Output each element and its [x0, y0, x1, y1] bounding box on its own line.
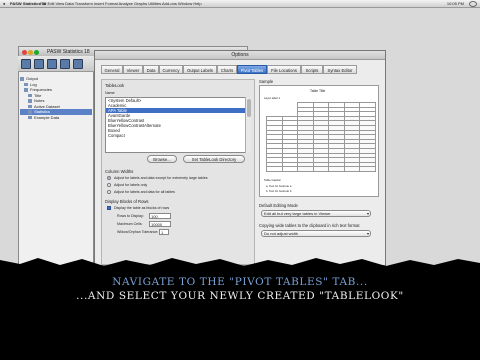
chevron-down-icon: ▾ [366, 231, 369, 236]
sample-table-cell [266, 166, 283, 172]
subtitle-line-2: ...AND SELECT YOUR NEWLY CREATED "TABLEL… [76, 290, 404, 302]
close-icon[interactable] [22, 50, 27, 55]
menu-bar: ● PASW Statistics 18 File Edit View Data… [0, 0, 480, 8]
document-icon [24, 88, 28, 92]
column-width-option-label: Adjust for labels and data except for ex… [114, 176, 208, 180]
sample-table-cell [359, 166, 376, 172]
column-width-option-label: Adjust for labels and data for all table… [114, 190, 175, 194]
open-icon[interactable] [21, 59, 31, 69]
column-width-radio[interactable] [107, 183, 111, 187]
tree-node-label: Example Data [34, 114, 60, 120]
screen-area: ● PASW Statistics 18 File Edit View Data… [0, 0, 480, 268]
tree-node-label: Statistics [34, 109, 51, 114]
sample-table-cell [281, 166, 299, 172]
options-dialog: Options General Viewer Data Currency Output … [94, 50, 386, 266]
max-cells-label: Maximum Cells: [117, 222, 143, 226]
widow-orphan-field[interactable]: 1 [159, 229, 169, 235]
tab-file-locations[interactable]: File Locations [267, 65, 301, 74]
rows-to-display-label: Rows to Display: [117, 214, 144, 218]
tab-pivot-tables[interactable]: Pivot Tables [237, 65, 267, 74]
document-icon [28, 104, 32, 109]
editing-mode-value: Edit all but very large tables in Viewer [264, 211, 331, 216]
save-icon[interactable] [34, 59, 44, 69]
tree-node-label: Output [26, 76, 39, 81]
tab-scripts[interactable]: Scripts [301, 65, 323, 74]
zoom-icon[interactable] [34, 50, 39, 55]
blocks-heading: Display Blocks of Rows [105, 199, 149, 204]
tablelook-item[interactable]: Compact [106, 133, 250, 138]
document-icon [28, 110, 32, 114]
menu-clock: 10:05 PM [446, 1, 464, 6]
tablelook-scrollbar[interactable] [245, 97, 251, 153]
tab-viewer[interactable]: Viewer [123, 65, 143, 74]
tab-charts[interactable]: Charts [217, 65, 237, 74]
app-toolbar [18, 56, 94, 72]
column-width-radio[interactable] [107, 190, 111, 194]
rows-to-display-field[interactable]: 100 [149, 213, 171, 219]
sample-table [266, 102, 376, 172]
torn-edge [0, 258, 480, 274]
max-cells-field[interactable]: 10000 [149, 221, 171, 227]
tab-data[interactable]: Data [143, 65, 159, 74]
sample-table-cell [328, 166, 345, 172]
tab-output-labels[interactable]: Output Labels [183, 65, 217, 74]
set-tablelook-directory-button[interactable]: Set TableLook Directory [183, 155, 245, 163]
sample-heading: Sample [259, 79, 274, 84]
tab-currency[interactable]: Currency [159, 65, 183, 74]
document-icon [20, 77, 24, 81]
column-width-radio[interactable] [107, 176, 111, 180]
spotlight-icon[interactable] [469, 1, 477, 7]
tablelook-heading: TableLook [105, 83, 125, 88]
tablelook-list[interactable]: <System Default> Academic APA Table AvantGa… [105, 97, 251, 153]
export-icon[interactable] [60, 59, 70, 69]
editing-mode-heading: Default Editing Mode [259, 203, 298, 208]
tree-node-label: Frequencies [30, 87, 53, 92]
tablelook-name-label: Name [105, 91, 115, 95]
document-icon [24, 82, 28, 87]
tab-syntax-editor[interactable]: Syntax Editor [323, 65, 357, 74]
tree-node-label: Active Dataset [34, 103, 60, 109]
column-widths-heading: Column Widths [105, 169, 134, 174]
scrollbar-thumb[interactable] [247, 99, 251, 117]
recall-icon[interactable] [73, 59, 83, 69]
editing-mode-select[interactable]: Edit all but very large tables in Viewer… [261, 210, 371, 217]
blocks-checkbox[interactable] [107, 206, 111, 210]
menu-items[interactable]: File Edit View Data Transform Insert For… [40, 0, 202, 8]
chevron-down-icon: ▾ [366, 211, 369, 216]
copy-wide-heading: Copying wide tables to the clipboard in … [259, 223, 360, 228]
tree-node-label: Title [34, 92, 42, 98]
sample-caption: Table Caption [264, 178, 282, 182]
apple-icon[interactable]: ● [3, 0, 5, 8]
sample-footnote-a: a. Text for footnote a [266, 184, 292, 188]
sample-layer-label: Layer label 1 [264, 96, 281, 100]
sample-table-cell [297, 166, 314, 172]
copy-wide-select[interactable]: Do not adjust width ▾ [261, 230, 371, 237]
sample-table-row [266, 166, 376, 172]
sample-footnote-b: b. Text for footnote b [266, 189, 292, 193]
document-icon [28, 115, 32, 120]
document-icon [28, 99, 32, 103]
tree-node-label: Notes [34, 98, 45, 103]
dialog-title: Options [95, 51, 385, 60]
print-icon[interactable] [47, 59, 57, 69]
browse-button[interactable]: Browse... [147, 155, 177, 163]
sample-preview: Table Title Layer label 1 Table Caption … [259, 85, 379, 197]
sample-table-cell [312, 166, 330, 172]
sample-table-cell [343, 166, 361, 172]
tab-general[interactable]: General [101, 65, 123, 74]
widow-orphan-label: Widow/Orphan Tolerance: [117, 230, 159, 234]
column-width-option-label: Adjust for labels only [114, 183, 148, 187]
output-outline: Output Log Frequencies Title Notes Active Dat… [20, 76, 92, 120]
sample-table-title: Table Title [310, 89, 326, 93]
tree-node[interactable]: Example Data [20, 115, 92, 121]
copy-wide-value: Do not adjust width [264, 231, 299, 236]
blocks-checkbox-label: Display the table as blocks of rows [114, 206, 170, 210]
minimize-icon[interactable] [28, 50, 33, 55]
tree-node-label: Log [30, 81, 37, 87]
document-icon [28, 93, 32, 98]
subtitle-line-1: NAVIGATE TO THE "PIVOT TABLES" TAB... [112, 276, 368, 288]
